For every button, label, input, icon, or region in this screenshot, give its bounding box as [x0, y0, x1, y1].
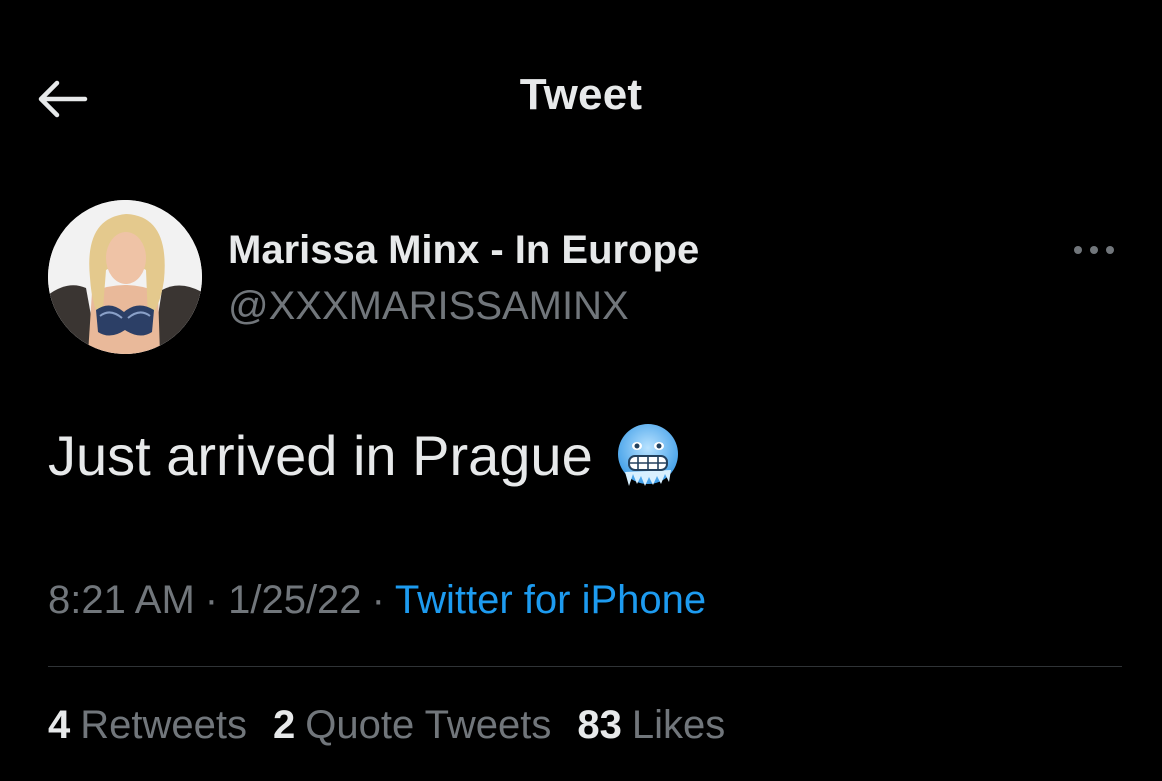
meta-separator: · [204, 578, 219, 622]
tweet-time[interactable]: 8:21 AM [48, 578, 195, 622]
likes-label: Likes [631, 703, 726, 747]
tweet-author: Marissa Minx - In Europe @XXXMARISSAMINX [48, 200, 1122, 356]
tweet-metadata: 8:21 AM · 1/25/22 · Twitter for iPhone [48, 578, 706, 623]
retweets-label: Retweets [80, 703, 247, 747]
likes-count: 83 [577, 703, 622, 747]
author-handle[interactable]: @XXXMARISSAMINX [228, 284, 629, 329]
avatar[interactable] [48, 200, 202, 354]
quote-tweets-stat[interactable]: 2 Quote Tweets [273, 703, 551, 748]
page-title: Tweet [519, 70, 643, 119]
quote-tweets-label: Quote Tweets [305, 703, 552, 747]
avatar-image [48, 200, 202, 354]
tweet-date[interactable]: 1/25/22 [228, 578, 361, 622]
meta-separator: · [371, 578, 385, 622]
more-horizontal-icon [1074, 246, 1114, 254]
top-bar: Tweet [0, 0, 1162, 190]
divider [48, 666, 1122, 667]
retweets-count: 4 [48, 703, 71, 747]
tweet-text: Just arrived in Prague [48, 423, 593, 487]
author-display-name[interactable]: Marissa Minx - In Europe [228, 228, 699, 273]
retweets-stat[interactable]: 4 Retweets [48, 703, 247, 748]
tweet-body: Just arrived in Prague [48, 422, 681, 488]
tweet-source-link[interactable]: Twitter for iPhone [395, 578, 706, 622]
more-options-button[interactable] [1066, 236, 1122, 264]
likes-stat[interactable]: 83 Likes [577, 703, 725, 748]
tweet-stats: 4 Retweets 2 Quote Tweets 83 Likes [48, 703, 751, 748]
quote-tweets-count: 2 [273, 703, 296, 747]
cold-face-emoji-icon [617, 424, 678, 486]
